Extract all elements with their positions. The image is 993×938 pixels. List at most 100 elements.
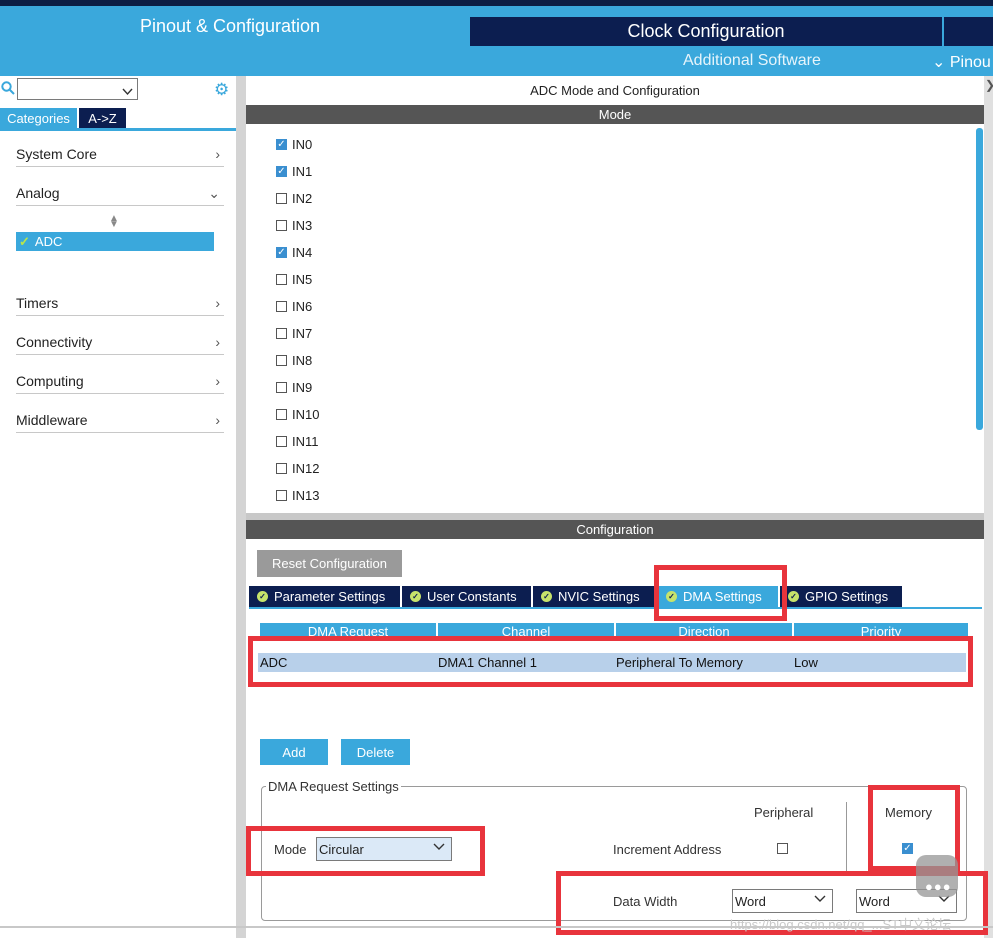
tab-user-constants[interactable]: ✓ User Constants [402,586,531,607]
channel-label: IN1 [292,163,313,179]
tab-nvic-settings[interactable]: ✓ NVIC Settings [533,586,656,607]
channel-checkbox[interactable] [276,273,287,285]
category-analog[interactable]: Analog ⌄ [16,181,224,206]
chevron-right-icon: › [215,334,220,350]
channel-label: IN6 [292,298,313,314]
bottom-border [0,926,993,928]
left-panel-splitter[interactable] [236,76,246,938]
tab-extra[interactable] [944,17,993,46]
search-input[interactable] [17,78,138,100]
tab-underline [0,128,236,131]
chevron-right-icon: › [215,295,220,311]
annotation-box-dma-tab [654,565,787,621]
category-system-core[interactable]: System Core › [16,142,224,167]
check-icon: ✓ [19,233,30,249]
channel-in7[interactable]: IN7 [276,324,312,342]
channel-label: IN3 [292,217,313,233]
tab-categories[interactable]: Categories [0,108,77,128]
watermark: https://blog.csdn.net/qq_...ST中文论坛 [730,917,952,932]
chevron-right-icon: › [215,373,220,389]
channel-in2[interactable]: IN2 [276,189,312,207]
channel-label: IN8 [292,352,313,368]
section-divider[interactable] [246,513,984,520]
tab-gpio-settings[interactable]: ✓ GPIO Settings [780,586,902,607]
channel-checkbox[interactable] [276,192,287,204]
tab-pinout-configuration[interactable]: Pinout & Configuration [0,6,468,46]
column-divider [846,802,847,872]
annotation-box-mode [246,826,485,876]
channel-in0[interactable]: ✓ IN0 [276,135,312,153]
category-item-adc[interactable]: ✓ ADC [16,232,214,251]
delete-button[interactable]: Delete [341,739,410,765]
collapse-arrow-icon[interactable]: ❯ [985,78,993,92]
reset-configuration-button[interactable]: Reset Configuration [257,550,402,577]
peripheral-label: Peripheral [754,805,814,820]
channel-checkbox[interactable]: ✓ [276,165,287,177]
mode-scrollbar[interactable] [976,128,983,430]
channel-in10[interactable]: IN10 [276,405,319,423]
channel-label: IN9 [292,379,313,395]
peripheral-increment-checkbox[interactable] [777,843,788,854]
channel-checkbox[interactable] [276,462,287,474]
category-timers[interactable]: Timers › [16,291,224,316]
chat-bubble-icon[interactable]: ●●● [916,855,958,897]
channel-in11[interactable]: IN11 [276,432,319,450]
mode-area [246,124,984,513]
dma-request-settings-legend: DMA Request Settings [266,779,401,794]
channel-in12[interactable]: IN12 [276,459,319,477]
chevron-down-icon: ⌄ [932,54,946,71]
channel-checkbox[interactable] [276,354,287,366]
add-button[interactable]: Add [260,739,328,765]
channel-checkbox[interactable] [276,381,287,393]
channel-label: IN2 [292,190,313,206]
channel-label: IN12 [292,460,320,476]
chevron-down-icon[interactable] [122,84,133,99]
channel-checkbox[interactable] [276,408,287,420]
configuration-header: Configuration [246,520,984,539]
channel-in1[interactable]: ✓ IN1 [276,162,312,180]
channel-checkbox[interactable]: ✓ [276,246,287,258]
tab-a-to-z[interactable]: A->Z [79,108,126,128]
channel-label: IN10 [292,406,320,422]
channel-in9[interactable]: IN9 [276,378,312,396]
channel-label: IN4 [292,244,313,260]
channel-in8[interactable]: IN8 [276,351,312,369]
channel-checkbox[interactable] [276,435,287,447]
channel-checkbox[interactable] [276,300,287,312]
gear-icon[interactable]: ⚙ [214,80,229,100]
channel-in5[interactable]: IN5 [276,270,312,288]
tab-clock-configuration[interactable]: Clock Configuration [470,17,942,46]
channel-in4[interactable]: ✓ IN4 [276,243,312,261]
category-middleware[interactable]: Middleware › [16,408,224,433]
annotation-box-dma-row [248,636,973,687]
category-connectivity[interactable]: Connectivity › [16,330,224,355]
ok-icon: ✓ [541,591,552,602]
search-icon[interactable] [1,81,15,95]
panel-title: ADC Mode and Configuration [530,83,700,98]
pinout-menu[interactable]: ⌄ Pinou [932,52,991,72]
right-edge-bar [984,76,993,938]
config-tab-underline [249,607,982,609]
category-computing[interactable]: Computing › [16,369,224,394]
channel-checkbox[interactable] [276,327,287,339]
chevron-right-icon: › [215,146,220,162]
tab-parameter-settings[interactable]: ✓ Parameter Settings [249,586,400,607]
channel-label: IN0 [292,136,313,152]
channel-label: IN11 [292,433,319,449]
sort-icon[interactable]: ▲ ▼ [109,214,119,230]
increment-address-label: Increment Address [613,842,722,857]
ok-icon: ✓ [410,591,421,602]
tab-additional-software[interactable]: Additional Software [683,52,821,70]
channel-label: IN7 [292,325,313,341]
channel-in6[interactable]: IN6 [276,297,312,315]
channel-in3[interactable]: IN3 [276,216,312,234]
ok-icon: ✓ [257,591,268,602]
channel-checkbox[interactable] [276,489,287,501]
channel-checkbox[interactable]: ✓ [276,138,287,150]
channel-label: IN13 [292,487,320,503]
channel-checkbox[interactable] [276,219,287,231]
chevron-down-icon: ⌄ [208,184,220,201]
channel-in13[interactable]: IN13 [276,486,319,504]
channel-label: IN5 [292,271,313,287]
ok-icon: ✓ [788,591,799,602]
